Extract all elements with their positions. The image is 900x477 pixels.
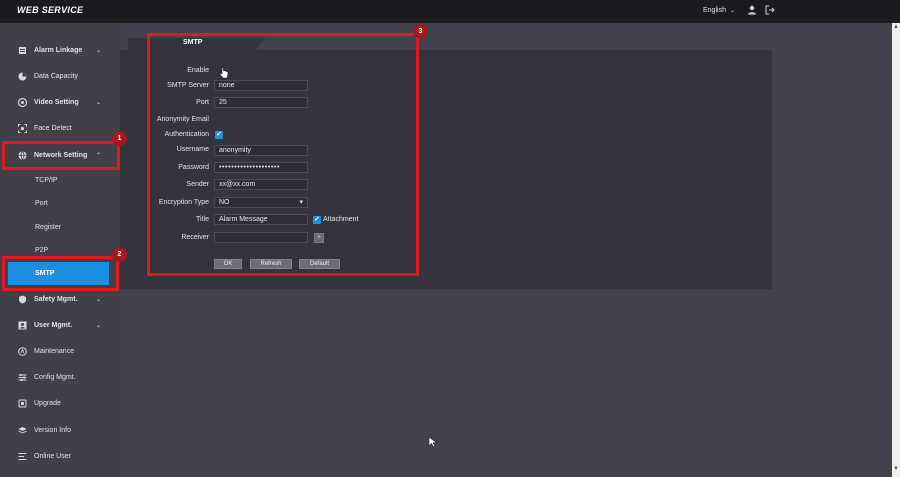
sidebar-subitem-register[interactable]: Register	[0, 216, 120, 239]
top-bar: WEB SERVICE English ⌄	[0, 0, 900, 23]
sidebar-item-label: User Mgmt.	[34, 321, 73, 329]
sidebar-item-label: Upgrade	[34, 399, 61, 407]
annotation-badge-3: 3	[413, 24, 428, 39]
highlight-box-1	[2, 141, 120, 170]
upgrade-icon	[17, 398, 28, 409]
maintenance-icon	[17, 346, 28, 357]
page-scrollbar[interactable]	[892, 23, 900, 477]
hand-cursor-icon	[219, 67, 229, 79]
chevron-down-icon: ⌄	[96, 296, 102, 303]
mouse-cursor-icon	[428, 436, 438, 448]
sidebar-item-config-mgmt[interactable]: Config Mgmt.	[0, 364, 120, 390]
sidebar-item-online-user[interactable]: Online User	[0, 443, 120, 469]
chevron-down-icon: ⌄	[729, 8, 735, 14]
sidebar-item-face-detect[interactable]: Face Detect	[0, 115, 120, 141]
sidebar-item-upgrade[interactable]: Upgrade	[0, 390, 120, 416]
alarm-linkage-icon	[17, 45, 28, 56]
language-label: English	[703, 7, 726, 14]
scroll-up-arrow-icon[interactable]: ▲	[893, 24, 899, 30]
sidebar-subitem-label: Port	[35, 200, 48, 207]
shield-icon	[17, 294, 28, 305]
pie-chart-icon	[17, 71, 28, 82]
config-icon	[17, 372, 28, 383]
sidebar-item-label: Alarm Linkage	[34, 46, 83, 54]
video-icon	[17, 97, 28, 108]
sidebar-item-label: Data Capacity	[34, 72, 78, 80]
sidebar-item-version-info[interactable]: Version Info	[0, 417, 120, 443]
sidebar-subitem-label: TCP/IP	[35, 177, 58, 184]
list-icon	[17, 451, 28, 462]
sidebar-item-label: Online User	[34, 452, 71, 460]
highlight-box-2	[2, 256, 119, 291]
sidebar-subitem-label: Register	[35, 224, 62, 231]
sidebar-item-user-mgmt[interactable]: User Mgmt. ⌄	[0, 312, 120, 338]
face-detect-icon	[17, 123, 28, 134]
scroll-down-arrow-icon[interactable]: ▼	[893, 466, 899, 472]
user-icon	[17, 320, 28, 331]
sidebar-item-label: Version Info	[34, 426, 71, 434]
sidebar-item-label: Video Setting	[34, 98, 79, 106]
sidebar-subitem-tcpip[interactable]: TCP/IP	[0, 169, 120, 192]
sidebar-item-label: Maintenance	[34, 347, 75, 355]
highlight-box-3	[147, 33, 419, 276]
sidebar-subitem-label: P2P	[35, 247, 49, 254]
sidebar-item-maintenance[interactable]: Maintenance	[0, 338, 120, 364]
annotation-badge-1: 1	[112, 131, 127, 146]
sidebar-subitem-port[interactable]: Port	[0, 192, 120, 215]
language-select[interactable]: English ⌄	[703, 7, 735, 14]
sidebar-item-alarm-linkage[interactable]: Alarm Linkage ⌄	[0, 37, 120, 63]
user-icon[interactable]	[747, 5, 757, 15]
logout-icon[interactable]	[765, 5, 775, 15]
sidebar-item-label: Config Mgmt.	[34, 373, 76, 381]
layers-icon	[17, 425, 28, 436]
annotation-badge-2: 2	[112, 247, 127, 262]
sidebar-item-video-setting[interactable]: Video Setting ⌄	[0, 89, 120, 115]
chevron-down-icon: ⌄	[96, 322, 102, 329]
chevron-down-icon: ⌄	[96, 47, 102, 54]
sidebar-item-label: Face Detect	[34, 124, 72, 132]
brand-logo: WEB SERVICE	[17, 5, 84, 15]
chevron-down-icon: ⌄	[96, 99, 102, 106]
sidebar-item-label: Safety Mgmt.	[34, 295, 78, 303]
sidebar-item-data-capacity[interactable]: Data Capacity	[0, 63, 120, 89]
